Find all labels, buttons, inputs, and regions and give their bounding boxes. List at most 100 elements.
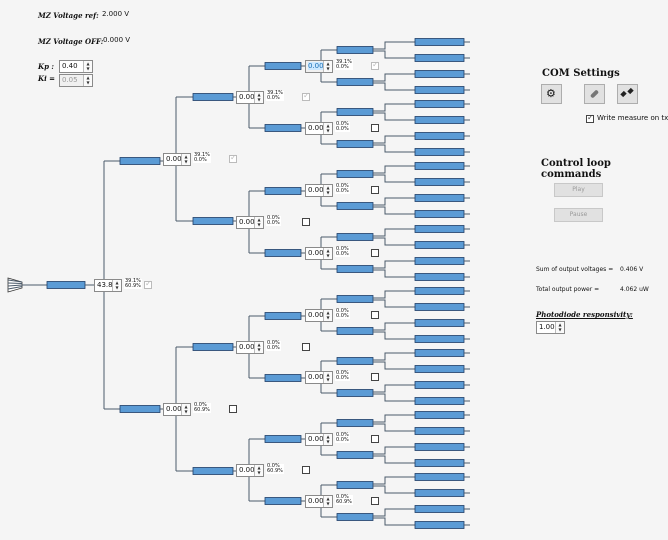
splitter-lock-checkbox[interactable] [371,124,379,132]
split-ratio-bottom: 0.0% [267,95,280,101]
spin-arrows-icon[interactable]: ▲ ▼ [555,322,564,333]
waveguide [336,419,374,427]
split-ratio-label: 39.1% 0.0% [335,60,353,70]
spin-arrows-icon[interactable]: ▲ ▼ [323,185,332,196]
output-branch-line [373,41,396,50]
splitter-lock-checkbox[interactable] [371,60,379,70]
splitter-voltage-value: 0.00 [308,373,324,381]
splitter-lock-checkbox[interactable] [302,466,310,474]
output-waveguide [414,38,465,46]
output-waveguide [414,70,465,78]
splitter-voltage-spinbox[interactable]: 0.00 ▲ ▼ [305,309,333,322]
splitter-lock-checkbox[interactable] [302,343,310,351]
spin-arrows-icon[interactable]: ▲ ▼ [83,61,92,72]
waveguide [264,249,302,257]
output-waveguide [414,257,465,265]
output-waveguide [414,411,465,419]
photodiode-value: 1.00 [539,323,555,331]
photodiode-spinbox[interactable]: 1.00 ▲ ▼ [536,321,565,334]
splitter-lock-checkbox[interactable] [371,497,379,505]
spin-arrows-icon[interactable]: ▲ ▼ [254,465,263,476]
spin-arrows-icon[interactable]: ▲ ▼ [323,310,332,321]
output-branch-line [373,135,396,144]
splitter-voltage-spinbox[interactable]: 0.00 ▲ ▼ [305,495,333,508]
splitter-voltage-spinbox[interactable]: 0.00 ▲ ▼ [163,153,191,166]
output-waveguide [414,287,465,295]
spin-arrows-icon[interactable]: ▲ ▼ [254,217,263,228]
splitter-voltage-spinbox[interactable]: 0.00 ▲ ▼ [305,247,333,260]
ki-spinbox[interactable]: 0.05 ▲ ▼ [59,74,93,87]
output-branch-line [373,299,396,308]
split-ratio-label: 39.1% 60.9% [124,279,142,289]
splitter-lock-checkbox[interactable] [302,91,310,101]
splitter-voltage-spinbox[interactable]: 0.00 ▲ ▼ [305,433,333,446]
output-waveguide [414,210,465,218]
splitter-lock-checkbox[interactable] [371,311,379,319]
splitter-voltage-spinbox[interactable]: 0.00 ▲ ▼ [163,403,191,416]
splitter-voltage-spinbox[interactable]: 43.84 ▲ ▼ [94,279,122,292]
output-waveguide [414,303,465,311]
output-branch-line [373,485,396,494]
splitter-lock-checkbox[interactable] [229,405,237,413]
output-branch-line [373,165,396,174]
connect-button[interactable] [584,84,605,104]
spin-arrows-icon[interactable]: ▲ ▼ [323,434,332,445]
total-power-label: Total output power = [536,286,600,293]
disconnect-button[interactable] [617,84,638,104]
settings-button[interactable]: ⚙ [541,84,562,104]
splitter-lock-checkbox[interactable] [371,373,379,381]
splitter-voltage-spinbox[interactable]: 0.00 ▲ ▼ [305,60,333,73]
splitter-voltage-spinbox[interactable]: 0.00 ▲ ▼ [305,184,333,197]
output-waveguide [414,505,465,513]
splitter-voltage-value: 0.00 [239,343,255,351]
output-branch-line [373,237,396,246]
spin-arrows-icon[interactable]: ▲ ▼ [323,372,332,383]
splitter-voltage-spinbox[interactable]: 0.00 ▲ ▼ [305,122,333,135]
spin-arrows-icon[interactable]: ▲ ▼ [254,342,263,353]
output-waveguide [414,132,465,140]
spin-arrows-icon[interactable]: ▲ ▼ [323,61,332,72]
output-waveguide [414,443,465,451]
splitter-voltage-spinbox[interactable]: 0.00 ▲ ▼ [305,371,333,384]
splitter-voltage-spinbox[interactable]: 0.00 ▲ ▼ [236,464,264,477]
play-button[interactable]: Play [554,183,603,197]
pause-button[interactable]: Pause [554,208,603,222]
output-waveguide [414,365,465,373]
output-waveguide [414,86,465,94]
output-branch-line [373,197,396,206]
spin-arrows-icon[interactable]: ▲ ▼ [254,92,263,103]
output-branch-line [373,269,396,278]
spin-arrows-icon[interactable]: ▲ ▼ [323,248,332,259]
output-waveguide [414,241,465,249]
split-ratio-bottom: 0.0% [336,126,349,132]
splitter-lock-checkbox[interactable] [371,435,379,443]
waveguide [192,93,234,101]
splitter-lock-checkbox[interactable] [371,186,379,194]
splitter-voltage-spinbox[interactable]: 0.00 ▲ ▼ [236,341,264,354]
spin-arrows-icon[interactable]: ▲ ▼ [83,75,92,86]
waveguide [336,481,374,489]
spin-arrows-icon[interactable]: ▲ ▼ [323,496,332,507]
output-branch-line [373,260,396,269]
waveguide [119,405,161,413]
splitter-voltage-value: 0.00 [308,186,324,194]
output-branch-line [373,112,396,121]
output-waveguide [414,335,465,343]
waveguide [336,140,374,148]
waveguide [336,202,374,210]
splitter-lock-checkbox[interactable] [229,153,237,163]
waveguide [336,357,374,365]
splitter-lock-checkbox[interactable] [144,279,152,289]
output-branch-line [373,393,396,402]
splitter-lock-checkbox[interactable] [302,218,310,226]
splitter-lock-checkbox[interactable] [371,249,379,257]
splitter-voltage-spinbox[interactable]: 0.00 ▲ ▼ [236,91,264,104]
spin-arrows-icon[interactable]: ▲ ▼ [181,154,190,165]
spin-arrows-icon[interactable]: ▲ ▼ [181,404,190,415]
write-measure-checkbox[interactable] [586,113,594,123]
kp-spinbox[interactable]: 0.40 ▲ ▼ [59,60,93,73]
splitter-voltage-spinbox[interactable]: 0.00 ▲ ▼ [236,216,264,229]
spin-arrows-icon[interactable]: ▲ ▼ [112,280,121,291]
gear-icon: ⚙ [546,87,556,100]
spin-arrows-icon[interactable]: ▲ ▼ [323,123,332,134]
